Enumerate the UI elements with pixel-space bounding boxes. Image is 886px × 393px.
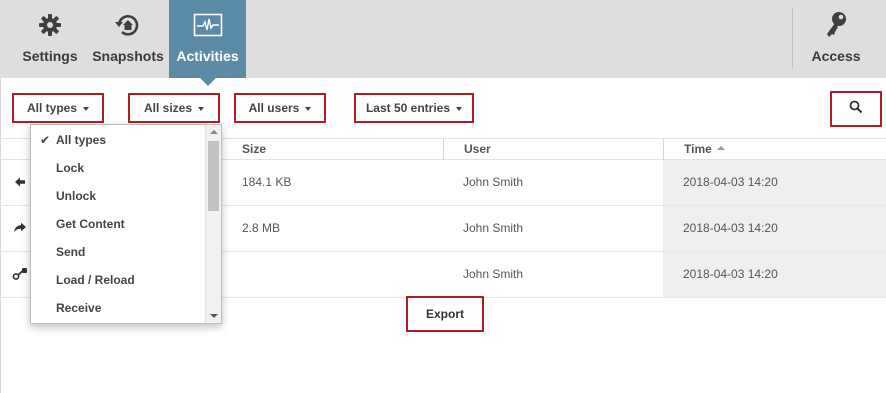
filter-sizes-dropdown[interactable]: All sizes xyxy=(128,93,220,123)
header-user[interactable]: User xyxy=(443,139,664,160)
tab-activities[interactable]: Activities xyxy=(169,0,246,86)
search-icon xyxy=(849,100,863,119)
dropdown-scrollbar[interactable] xyxy=(205,125,221,323)
dropdown-option-unlock[interactable]: Unlock xyxy=(31,182,205,210)
caret-down-icon xyxy=(83,106,89,111)
scrollbar-thumb[interactable] xyxy=(208,141,219,211)
caret-down-icon xyxy=(198,106,205,111)
share-forward-icon xyxy=(12,220,28,236)
active-tab-pointer xyxy=(200,78,216,86)
tab-settings-label: Settings xyxy=(22,48,78,64)
sort-ascending-icon xyxy=(716,145,725,150)
tab-access[interactable]: Access xyxy=(804,0,868,78)
dropdown-option-label: All types xyxy=(56,133,107,147)
filter-sizes-label: All sizes xyxy=(143,101,193,115)
cell-user: John Smith xyxy=(463,175,524,189)
cell-user: John Smith xyxy=(463,267,524,281)
scroll-up-icon[interactable] xyxy=(210,130,218,134)
dropdown-option-load-reload[interactable]: Load / Reload xyxy=(31,266,205,294)
snapshot-history-icon xyxy=(110,8,146,42)
tab-snapshots-label: Snapshots xyxy=(92,48,164,64)
caret-down-icon xyxy=(305,106,312,111)
key-icon xyxy=(818,8,854,42)
dropdown-option-receive[interactable]: Receive xyxy=(31,294,205,322)
tab-settings[interactable]: Settings xyxy=(12,0,88,78)
checkmark-icon: ✔ xyxy=(40,133,51,147)
dropdown-option-get-content[interactable]: Get Content xyxy=(31,210,205,238)
types-dropdown-menu: ✔ All types Lock Unlock Get Content Send… xyxy=(30,124,222,324)
dropdown-option-send[interactable]: Send xyxy=(31,238,205,266)
key-lock-icon xyxy=(12,266,28,282)
search-button[interactable] xyxy=(830,91,882,127)
filter-types-dropdown[interactable]: All types xyxy=(12,93,104,123)
toolbar-divider xyxy=(792,8,793,68)
cell-size: 2.8 MB xyxy=(242,221,281,235)
header-time-label: Time xyxy=(684,142,712,156)
tab-access-label: Access xyxy=(811,48,861,64)
cell-size: 184.1 KB xyxy=(242,175,292,189)
header-time[interactable]: Time xyxy=(663,139,886,160)
filter-users-label: All users xyxy=(248,101,300,115)
tab-snapshots[interactable]: Snapshots xyxy=(88,0,168,78)
cell-time: 2018-04-03 14:20 xyxy=(663,206,886,251)
filter-entries-label: Last 50 entries xyxy=(365,101,451,115)
header-size[interactable]: Size xyxy=(222,139,443,160)
cell-time: 2018-04-03 14:20 xyxy=(663,160,886,205)
cell-time: 2018-04-03 14:20 xyxy=(663,252,886,297)
filter-entries-dropdown[interactable]: Last 50 entries xyxy=(354,93,474,123)
arrow-left-icon xyxy=(12,174,28,190)
activity-pulse-icon xyxy=(190,8,226,42)
top-toolbar: Settings Snapshots Activities Access xyxy=(0,0,886,86)
cell-size xyxy=(222,252,443,297)
dropdown-option-all-types[interactable]: ✔ All types xyxy=(31,126,205,154)
filter-users-dropdown[interactable]: All users xyxy=(234,93,326,123)
tab-activities-label: Activities xyxy=(176,48,239,64)
cell-user: John Smith xyxy=(463,221,524,235)
gear-icon xyxy=(32,8,68,42)
export-button[interactable]: Export xyxy=(406,296,484,332)
caret-down-icon xyxy=(456,106,463,111)
filter-types-label: All types xyxy=(26,101,77,115)
scroll-down-icon[interactable] xyxy=(210,314,218,318)
dropdown-option-lock[interactable]: Lock xyxy=(31,154,205,182)
